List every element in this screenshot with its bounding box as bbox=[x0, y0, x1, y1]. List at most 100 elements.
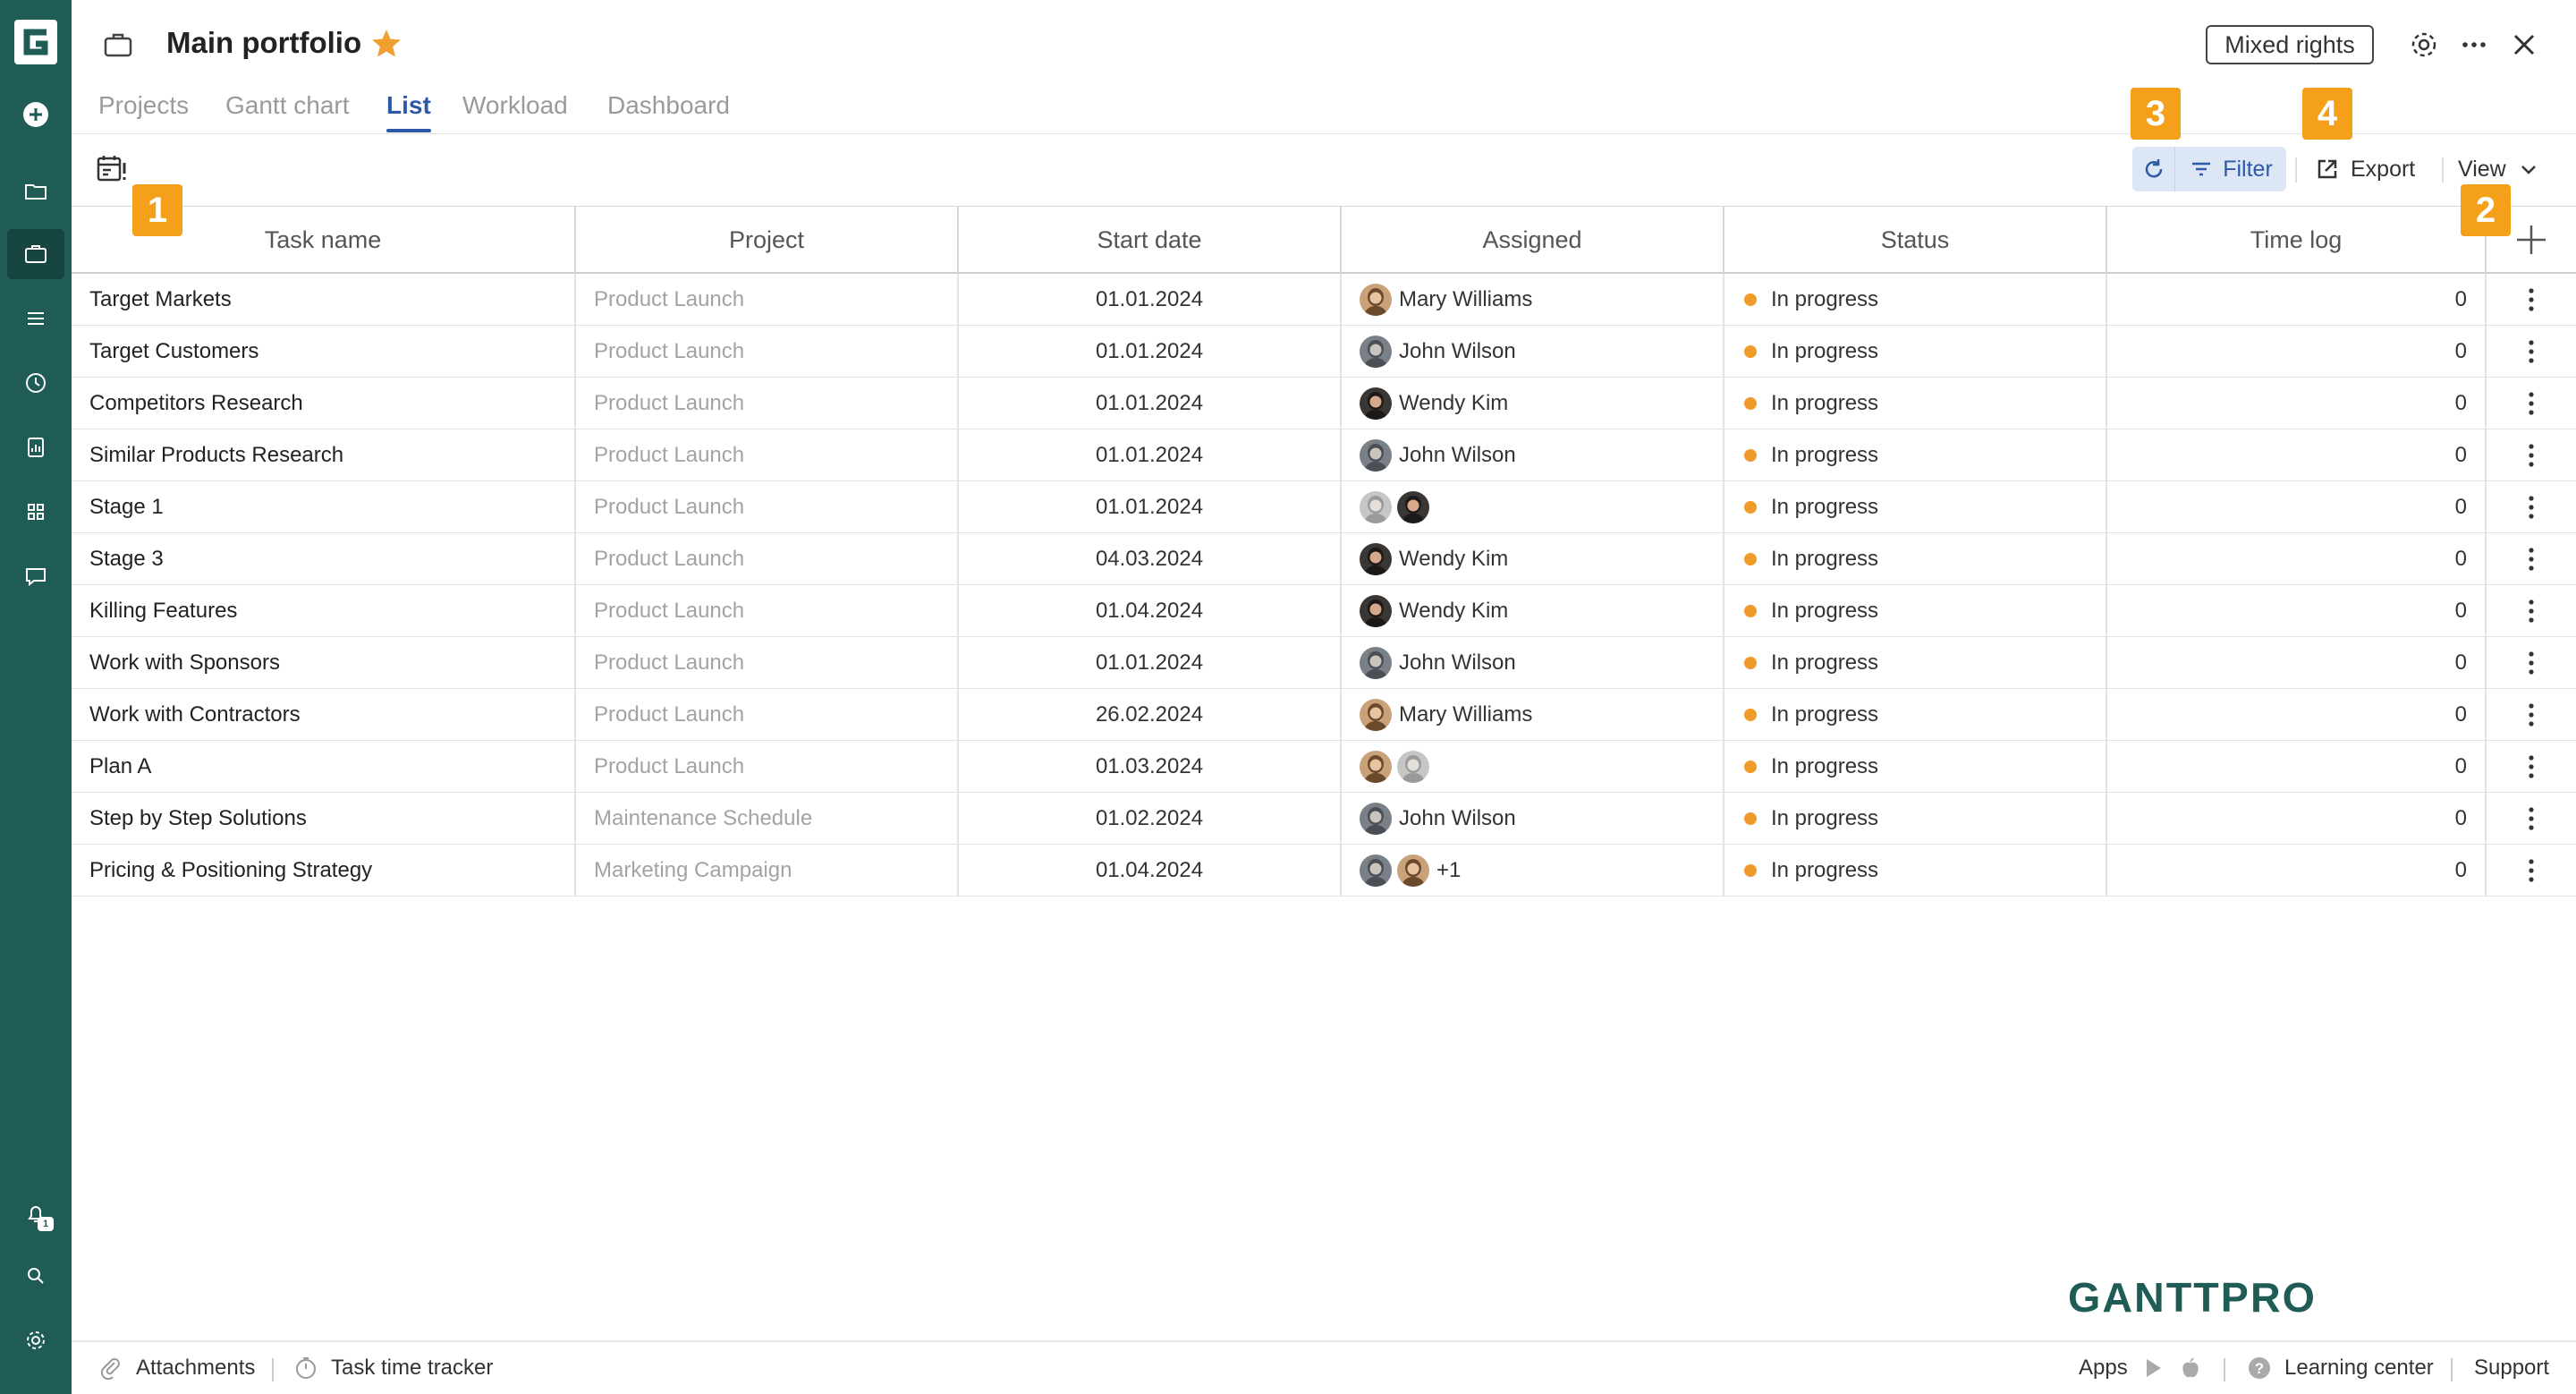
task-name-cell[interactable]: Work with Contractors bbox=[72, 689, 576, 740]
avatar[interactable] bbox=[1397, 750, 1429, 783]
add-icon[interactable] bbox=[18, 97, 54, 132]
folder-icon[interactable] bbox=[18, 174, 54, 209]
row-actions-button[interactable] bbox=[2487, 845, 2576, 896]
row-actions-button[interactable] bbox=[2487, 533, 2576, 584]
support-link[interactable]: Support bbox=[2474, 1342, 2549, 1394]
time-log-cell[interactable]: 0 bbox=[2107, 689, 2487, 740]
time-log-cell[interactable]: 0 bbox=[2107, 741, 2487, 792]
table-row[interactable]: Work with Sponsors Product Launch 01.01.20… bbox=[72, 637, 2576, 689]
status-cell[interactable]: In progress bbox=[1724, 741, 2107, 792]
time-log-cell[interactable]: 0 bbox=[2107, 429, 2487, 480]
start-date-cell[interactable]: 01.01.2024 bbox=[959, 274, 1342, 325]
start-date-cell[interactable]: 01.01.2024 bbox=[959, 481, 1342, 532]
time-log-cell[interactable]: 0 bbox=[2107, 481, 2487, 532]
task-time-tracker-button[interactable]: Task time tracker bbox=[293, 1342, 493, 1394]
favorite-star-icon[interactable] bbox=[369, 27, 403, 61]
row-actions-button[interactable] bbox=[2487, 326, 2576, 377]
start-date-cell[interactable]: 01.01.2024 bbox=[959, 429, 1342, 480]
row-actions-button[interactable] bbox=[2487, 741, 2576, 792]
start-date-cell[interactable]: 01.01.2024 bbox=[959, 326, 1342, 377]
avatar[interactable] bbox=[1360, 802, 1392, 835]
status-cell[interactable]: In progress bbox=[1724, 429, 2107, 480]
overdue-tasks-calendar-icon[interactable] bbox=[95, 152, 129, 186]
avatar[interactable] bbox=[1360, 646, 1392, 679]
task-name-cell[interactable]: Competitors Research bbox=[72, 378, 576, 429]
learning-center-link[interactable]: ? Learning center bbox=[2247, 1342, 2434, 1394]
time-log-cell[interactable]: 0 bbox=[2107, 793, 2487, 844]
report-icon[interactable] bbox=[18, 429, 54, 465]
start-date-cell[interactable]: 01.03.2024 bbox=[959, 741, 1342, 792]
status-cell[interactable]: In progress bbox=[1724, 585, 2107, 636]
start-date-cell[interactable]: 04.03.2024 bbox=[959, 533, 1342, 584]
bell-icon[interactable]: 1 bbox=[18, 1195, 54, 1231]
table-row[interactable]: Killing Features Product Launch 01.04.2024… bbox=[72, 585, 2576, 637]
assigned-cell[interactable]: John Wilson bbox=[1342, 429, 1724, 480]
tab-projects[interactable]: Projects bbox=[98, 89, 189, 134]
task-name-cell[interactable]: Similar Products Research bbox=[72, 429, 576, 480]
more-options-icon[interactable] bbox=[2456, 27, 2492, 63]
row-actions-button[interactable] bbox=[2487, 637, 2576, 688]
start-date-cell[interactable]: 26.02.2024 bbox=[959, 689, 1342, 740]
avatar[interactable] bbox=[1360, 490, 1392, 523]
time-log-cell[interactable]: 0 bbox=[2107, 378, 2487, 429]
assigned-cell[interactable]: Wendy Kim bbox=[1342, 585, 1724, 636]
row-actions-button[interactable] bbox=[2487, 793, 2576, 844]
settings-gear-icon[interactable] bbox=[2406, 27, 2442, 63]
table-row[interactable]: Work with Contractors Product Launch 26.02… bbox=[72, 689, 2576, 741]
avatar[interactable] bbox=[1360, 594, 1392, 627]
apps-grid-icon[interactable] bbox=[18, 494, 54, 530]
avatar[interactable] bbox=[1397, 854, 1429, 887]
table-row[interactable]: Competitors Research Product Launch 01.01.… bbox=[72, 378, 2576, 429]
status-cell[interactable]: In progress bbox=[1724, 274, 2107, 325]
status-cell[interactable]: In progress bbox=[1724, 793, 2107, 844]
row-actions-button[interactable] bbox=[2487, 378, 2576, 429]
status-cell[interactable]: In progress bbox=[1724, 689, 2107, 740]
assigned-cell[interactable]: John Wilson bbox=[1342, 637, 1724, 688]
status-cell[interactable]: In progress bbox=[1724, 378, 2107, 429]
task-name-cell[interactable]: Target Markets bbox=[72, 274, 576, 325]
status-cell[interactable]: In progress bbox=[1724, 637, 2107, 688]
avatar[interactable] bbox=[1360, 335, 1392, 368]
column-header-start-date[interactable]: Start date bbox=[959, 207, 1342, 273]
tab-workload[interactable]: Workload bbox=[462, 89, 568, 134]
avatar[interactable] bbox=[1360, 387, 1392, 420]
column-header-project[interactable]: Project bbox=[576, 207, 959, 273]
task-name-cell[interactable]: Target Customers bbox=[72, 326, 576, 377]
task-name-cell[interactable]: Pricing & Positioning Strategy bbox=[72, 845, 576, 896]
tab-list[interactable]: List bbox=[386, 89, 431, 134]
filter-button[interactable]: Filter bbox=[2175, 147, 2286, 191]
time-log-cell[interactable]: 0 bbox=[2107, 326, 2487, 377]
assigned-cell[interactable]: John Wilson bbox=[1342, 793, 1724, 844]
list-icon[interactable] bbox=[18, 301, 54, 336]
assigned-cell[interactable]: Wendy Kim bbox=[1342, 533, 1724, 584]
status-cell[interactable]: In progress bbox=[1724, 845, 2107, 896]
assigned-cell[interactable]: Mary Williams bbox=[1342, 689, 1724, 740]
table-row[interactable]: Stage 3 Product Launch 04.03.2024 Wendy Kim… bbox=[72, 533, 2576, 585]
access-rights-badge[interactable]: Mixed rights bbox=[2206, 25, 2374, 64]
time-log-cell[interactable]: 0 bbox=[2107, 533, 2487, 584]
avatar[interactable] bbox=[1360, 750, 1392, 783]
start-date-cell[interactable]: 01.01.2024 bbox=[959, 378, 1342, 429]
assigned-cell[interactable]: John Wilson bbox=[1342, 326, 1724, 377]
chat-icon[interactable] bbox=[18, 558, 54, 594]
tab-gantt-chart[interactable]: Gantt chart bbox=[225, 89, 350, 134]
apps-link[interactable]: Apps bbox=[2079, 1342, 2203, 1394]
assigned-cell[interactable]: Mary Williams bbox=[1342, 274, 1724, 325]
refresh-button[interactable] bbox=[2132, 147, 2175, 191]
clock-icon[interactable] bbox=[18, 365, 54, 401]
gantt-g-logo[interactable] bbox=[14, 20, 57, 64]
row-actions-button[interactable] bbox=[2487, 689, 2576, 740]
export-button[interactable]: Export bbox=[2315, 147, 2415, 191]
task-name-cell[interactable]: Stage 3 bbox=[72, 533, 576, 584]
task-name-cell[interactable]: Work with Sponsors bbox=[72, 637, 576, 688]
close-icon[interactable] bbox=[2506, 27, 2542, 63]
assigned-cell[interactable]: Wendy Kim bbox=[1342, 378, 1724, 429]
time-log-cell[interactable]: 0 bbox=[2107, 274, 2487, 325]
table-row[interactable]: Step by Step Solutions Maintenance Schedu… bbox=[72, 793, 2576, 845]
briefcase-icon[interactable] bbox=[7, 229, 64, 279]
status-cell[interactable]: In progress bbox=[1724, 533, 2107, 584]
search-icon[interactable] bbox=[18, 1258, 54, 1294]
gear-icon[interactable] bbox=[18, 1322, 54, 1358]
table-row[interactable]: Similar Products Research Product Launch 0… bbox=[72, 429, 2576, 481]
attachments-button[interactable]: Attachments bbox=[98, 1342, 255, 1394]
